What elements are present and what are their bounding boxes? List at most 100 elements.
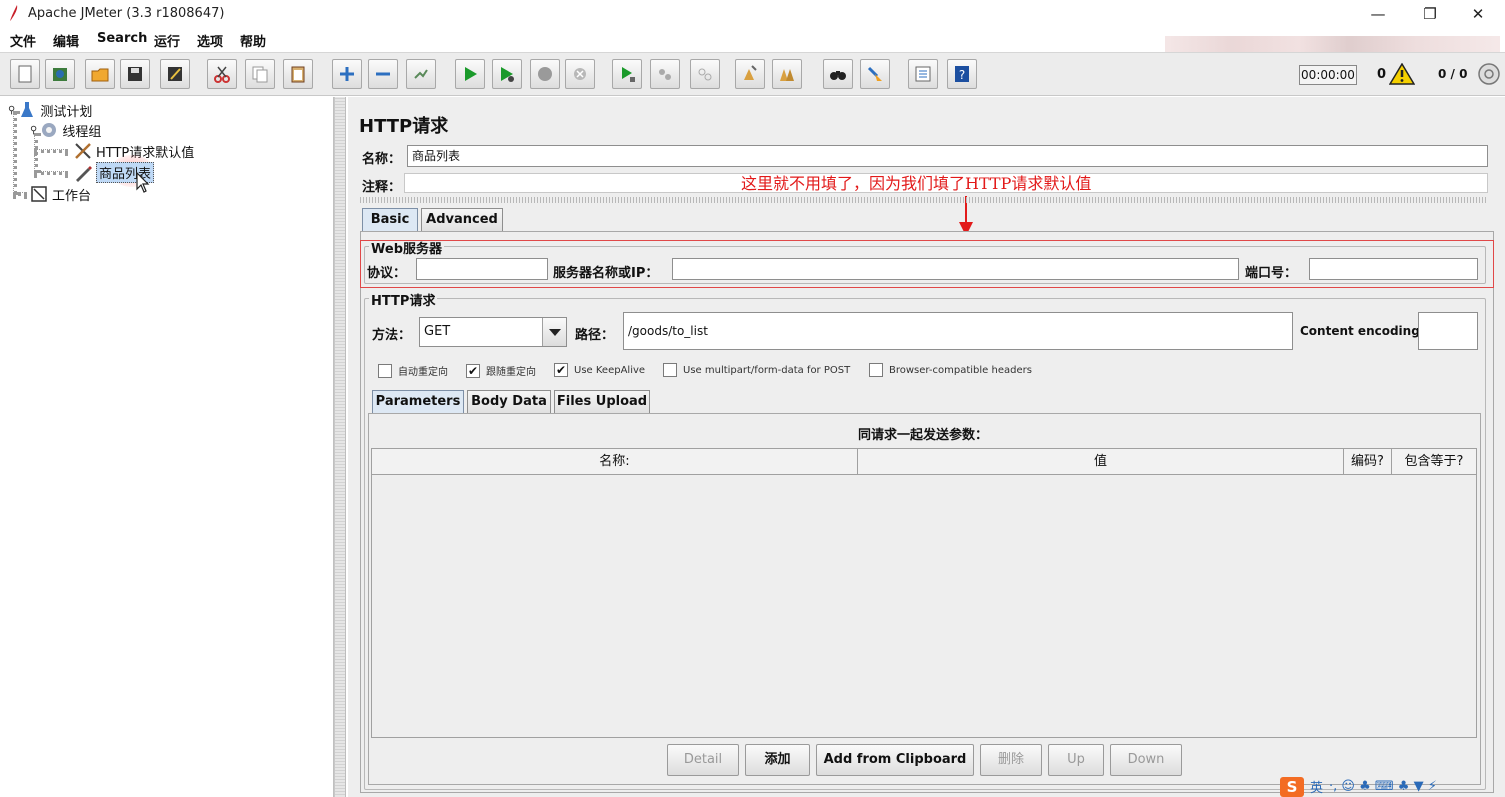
- paste-icon[interactable]: [283, 59, 313, 89]
- column-header-encode[interactable]: 编码?: [1344, 449, 1392, 475]
- title-bar: Apache JMeter (3.3 r1808647) — ❐ ✕: [0, 0, 1505, 28]
- menu-search[interactable]: Search: [97, 31, 147, 46]
- auto-redirect-checkbox[interactable]: 自动重定向: [378, 363, 448, 378]
- tree-node-workbench[interactable]: 工作台: [29, 184, 91, 204]
- active-threads: 0 / 0: [1438, 67, 1468, 81]
- tree-node-test-plan[interactable]: ⚲ 测试计划: [8, 100, 92, 120]
- up-button[interactable]: Up: [1048, 744, 1104, 776]
- toggle-icon[interactable]: [406, 59, 436, 89]
- search-icon[interactable]: [823, 59, 853, 89]
- parameters-table[interactable]: 名称: 值 编码? 包含等于?: [371, 448, 1477, 738]
- window-title: Apache JMeter (3.3 r1808647): [28, 6, 225, 21]
- ime-toolbar[interactable]: S 英 ·, ☺ ♣ ⌨ ♣ ▼ ⚡: [1280, 776, 1505, 797]
- menu-options[interactable]: 选项: [197, 31, 223, 50]
- save-as-icon[interactable]: [160, 59, 190, 89]
- expand-icon[interactable]: [332, 59, 362, 89]
- port-label: 端口号：: [1245, 266, 1298, 281]
- open-icon[interactable]: [85, 59, 115, 89]
- down-button[interactable]: Down: [1110, 744, 1182, 776]
- multipart-checkbox[interactable]: Use multipart/form-data for POST: [663, 363, 850, 377]
- tree-expand-handle-icon[interactable]: ⚲: [30, 125, 37, 136]
- tab-files-upload[interactable]: Files Upload: [554, 390, 650, 414]
- server-name-field[interactable]: [672, 258, 1239, 280]
- elapsed-timer: 00:00:00: [1299, 65, 1357, 85]
- start-no-pause-icon[interactable]: [492, 59, 522, 89]
- tab-advanced[interactable]: Advanced: [421, 208, 503, 232]
- sogou-logo-icon[interactable]: S: [1280, 776, 1304, 797]
- column-header-name[interactable]: 名称:: [372, 449, 858, 475]
- warning-icon[interactable]: [1389, 63, 1415, 85]
- detail-button[interactable]: Detail: [667, 744, 739, 776]
- ime-mode[interactable]: 英: [1310, 777, 1323, 796]
- server-name-label: 服务器名称或IP：: [553, 266, 659, 281]
- new-icon[interactable]: [10, 59, 40, 89]
- copy-icon[interactable]: [245, 59, 275, 89]
- error-count: 0: [1377, 67, 1387, 82]
- cut-icon[interactable]: [207, 59, 237, 89]
- name-label: 名称：: [362, 152, 402, 167]
- add-button[interactable]: 添加: [745, 744, 810, 776]
- menu-file[interactable]: 文件: [10, 31, 36, 50]
- checkbox-box: [869, 363, 883, 377]
- port-field[interactable]: [1309, 258, 1478, 280]
- method-select[interactable]: GET: [419, 317, 567, 347]
- start-icon[interactable]: [455, 59, 485, 89]
- column-header-include-equals[interactable]: 包含等于?: [1392, 449, 1476, 475]
- browser-headers-checkbox[interactable]: Browser-compatible headers: [869, 363, 1032, 377]
- tab-body-data[interactable]: Body Data: [467, 390, 551, 414]
- menu-edit[interactable]: 编辑: [53, 31, 79, 50]
- function-helper-icon[interactable]: [908, 59, 938, 89]
- reset-search-icon[interactable]: [860, 59, 890, 89]
- checkbox-label: 自动重定向: [398, 367, 448, 378]
- tree-connector: [34, 171, 68, 175]
- checkbox-box: [378, 363, 392, 378]
- path-field[interactable]: /goods/to_list: [623, 312, 1293, 350]
- maximize-button[interactable]: ❐: [1407, 2, 1453, 26]
- menu-help[interactable]: 帮助: [240, 31, 266, 50]
- tree-node-label: 工作台: [52, 188, 92, 204]
- panel-splitter[interactable]: [334, 97, 346, 797]
- method-value: GET: [424, 324, 451, 339]
- tree-connector: [13, 192, 27, 196]
- delete-button[interactable]: 删除: [980, 744, 1042, 776]
- add-from-clipboard-button[interactable]: Add from Clipboard: [816, 744, 974, 776]
- tab-parameters[interactable]: Parameters: [372, 390, 464, 414]
- http-request-group-title: HTTP请求: [369, 290, 438, 309]
- clear-all-icon[interactable]: [772, 59, 802, 89]
- tab-basic[interactable]: Basic: [362, 208, 418, 232]
- collapse-icon[interactable]: [368, 59, 398, 89]
- menu-run[interactable]: 运行: [154, 31, 180, 50]
- column-header-value[interactable]: 值: [858, 449, 1344, 475]
- content-encoding-field[interactable]: [1418, 312, 1478, 350]
- svg-text:?: ?: [959, 68, 965, 82]
- stop-icon[interactable]: [530, 59, 560, 89]
- tree-node-thread-group[interactable]: ⚲ 线程组: [30, 120, 101, 140]
- checkbox-label: Use KeepAlive: [574, 364, 646, 376]
- follow-redirect-checkbox[interactable]: ✔ 跟随重定向: [466, 363, 536, 378]
- content-encoding-label: Content encoding:: [1300, 324, 1425, 338]
- name-field[interactable]: 商品列表: [407, 145, 1488, 167]
- close-button[interactable]: ✕: [1455, 2, 1501, 26]
- keepalive-checkbox[interactable]: ✔ Use KeepAlive: [554, 363, 645, 377]
- help-icon[interactable]: ?: [947, 59, 977, 89]
- checkbox-label: Use multipart/form-data for POST: [683, 364, 851, 376]
- tree-connector: [34, 149, 68, 153]
- minimize-button[interactable]: —: [1355, 2, 1401, 26]
- tutorial-annotation: 这里就不用填了，因为我们填了HTTP请求默认值: [741, 174, 1092, 193]
- workbench-icon: [31, 186, 47, 202]
- params-table-title: 同请求一起发送参数：: [857, 428, 988, 443]
- remote-exit-icon[interactable]: [690, 59, 720, 89]
- protocol-field[interactable]: [416, 258, 548, 280]
- tree-expand-handle-icon[interactable]: ⚲: [8, 105, 15, 116]
- save-icon[interactable]: [120, 59, 150, 89]
- shutdown-icon[interactable]: [565, 59, 595, 89]
- remote-stop-icon[interactable]: [650, 59, 680, 89]
- remote-start-icon[interactable]: [612, 59, 642, 89]
- templates-icon[interactable]: [45, 59, 75, 89]
- checkbox-box: [663, 363, 677, 377]
- clear-icon[interactable]: [735, 59, 765, 89]
- ime-extras[interactable]: ·, ☺ ♣ ⌨ ♣ ▼ ⚡: [1329, 779, 1437, 794]
- divider[interactable]: [360, 197, 1488, 203]
- page-title: HTTP请求: [359, 116, 449, 137]
- chevron-down-icon[interactable]: [542, 318, 566, 346]
